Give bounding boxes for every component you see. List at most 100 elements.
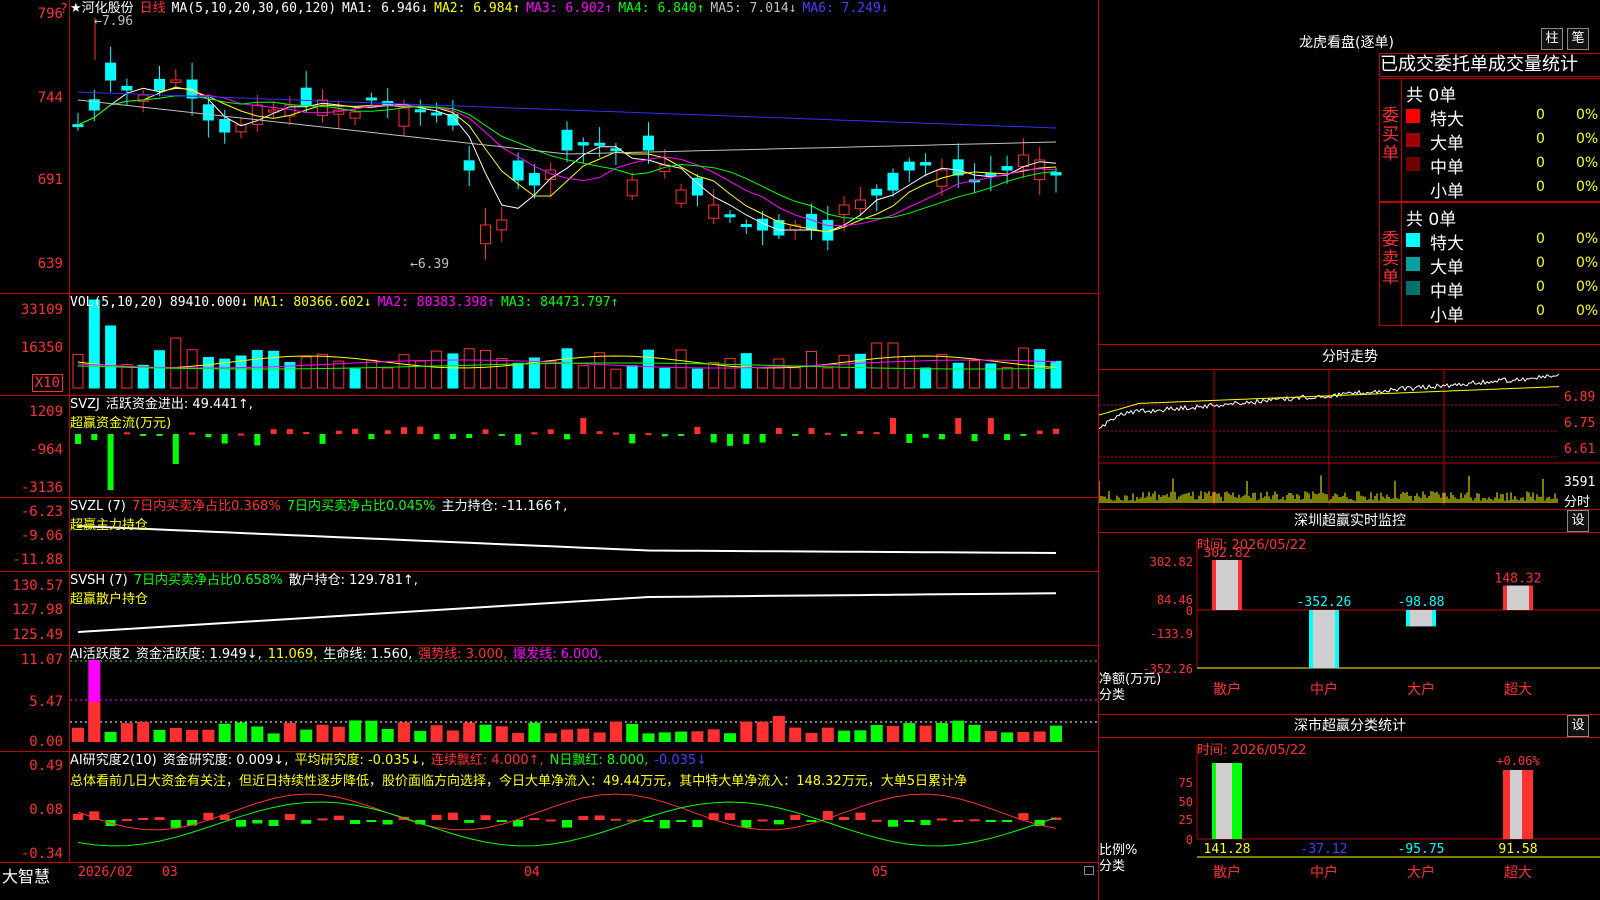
research-bar (154, 817, 165, 820)
sell-side-label: 委卖单 (1380, 203, 1402, 325)
candle-body (1050, 172, 1062, 176)
candle-body (480, 224, 491, 245)
ai-research-nred: N日飘红: 8.000, (549, 753, 649, 768)
order-percent: 0% (1576, 131, 1599, 147)
lock-icon[interactable] (1084, 866, 1094, 875)
flow-bar (221, 434, 228, 444)
activity-bar (854, 730, 867, 742)
research-bar (464, 820, 475, 823)
research-bar (73, 813, 83, 820)
flow-bar (205, 434, 212, 438)
order-percent: 0% (1576, 279, 1599, 295)
candle-body (431, 112, 443, 116)
flow-bar (580, 418, 587, 434)
flow-bar (482, 429, 489, 434)
candle-body (577, 142, 589, 146)
svsh-ratio: 7日内买卖净占比0.658% (133, 573, 283, 588)
flow-bar (629, 434, 636, 444)
research-bar (659, 820, 670, 829)
research-bar (382, 820, 393, 825)
volume-bar (773, 358, 785, 389)
research-bar (252, 820, 263, 824)
activity-bar (838, 730, 851, 742)
activity-bar (903, 723, 916, 742)
candle-body (724, 214, 736, 218)
flow-bar (401, 427, 407, 434)
period-label[interactable]: 日线 (140, 1, 166, 16)
activity-bar (495, 726, 508, 742)
legend-swatch (1406, 109, 1420, 123)
order-count: 0 (1536, 131, 1545, 147)
flow-bar (710, 434, 717, 443)
volume-bar (121, 364, 133, 389)
bar-view-button[interactable]: 柱 (1541, 28, 1563, 50)
activity-bar (805, 732, 818, 742)
volume-bar (154, 350, 165, 389)
volume-bar (1001, 367, 1013, 389)
volume-bar (398, 354, 410, 389)
ratio-tick: 50 (1179, 795, 1193, 809)
intraday-panel[interactable]: 分时走势 6.89 6.75 6.61 3591 分时 (1098, 345, 1600, 510)
sz-monitor-panel[interactable]: 深圳超赢实时监控 设 时间: 2026/05/22 302.82 84.46 0 -1… (1098, 510, 1600, 715)
research-bar (643, 820, 654, 822)
research-bar (496, 820, 507, 823)
flow-bar (433, 434, 440, 440)
buy-side-label: 委买单 (1380, 79, 1402, 201)
activity-bar (1033, 731, 1046, 742)
sz-class-panel[interactable]: 深市超赢分类统计 设 时间: 2026/05/22 75 50 25 0 141.28 散… (1098, 715, 1600, 900)
activity-bar (479, 724, 492, 742)
research-bar (741, 820, 752, 828)
activity-bar (935, 722, 948, 742)
svzj-header: SVZJ 活跃资金进出: 49.441↑, (70, 396, 259, 413)
activity-bar (984, 731, 997, 742)
volume-bar (691, 368, 703, 389)
flow-bar (531, 432, 538, 435)
order-size-label: 特大 (1430, 234, 1464, 254)
activity-bar (675, 731, 688, 742)
research-bar (855, 812, 866, 820)
svsh-pane[interactable]: 130.57 127.98 125.49 SVSH (7) 7日内买卖净占比0.6… (0, 572, 1098, 646)
net-amount-bar-inner (1313, 610, 1335, 669)
volume-pane[interactable]: 33109 16350 X10 VOL(5,10,20) 89410.000↓ MA… (0, 294, 1098, 396)
volume-bar (659, 367, 671, 389)
legend-swatch (1406, 157, 1420, 171)
activity-bar (430, 725, 443, 742)
order-percent: 0% (1576, 107, 1599, 123)
activity-bar (724, 733, 736, 742)
top-ratio-label: +0.06% (1496, 754, 1540, 768)
kline-pane[interactable]: 796 744 691 639 ? ★河化股份 日线 MA(5,10,20,30,6… (0, 0, 1098, 294)
order-count: 0 (1536, 231, 1545, 247)
sell-total: 共 0单 (1406, 210, 1457, 230)
ai-research-header: AI研究度2(10) 资金研究度: 0.009↓, 平均研究度: -0.035↓, 连… (70, 752, 713, 769)
flow-bar (955, 418, 962, 434)
ai-activity-value: 资金活跃度: 1.949↓, (136, 647, 262, 662)
tick-view-button[interactable]: 笔 (1567, 28, 1589, 50)
volume-bar (137, 364, 149, 389)
candle-body (300, 87, 312, 106)
sz-class-chart: 75 50 25 0 141.28 散户 -37.12 中户 -95.75 大户 +0.06% 91.… (1179, 745, 1600, 881)
svzj-pane[interactable]: 1209 -964 -3136 SVZJ 活跃资金进出: 49.441↑, 超赢资… (0, 396, 1098, 498)
dragon-subtitle: 已成交委托单成交量统计 (1379, 53, 1600, 77)
flow-bar (449, 434, 456, 439)
candle-body (219, 119, 231, 133)
ratio-tick: 75 (1179, 776, 1193, 790)
flow-bar (987, 418, 994, 434)
vol-label: VOL(5,10,20) (70, 295, 164, 310)
research-bar (692, 820, 703, 828)
volume-bar (626, 365, 638, 389)
ai-research-pane[interactable]: 0.49 0.08 -0.34 AI研究度2(10) 资金研究度: 0.009↓,… (0, 752, 1098, 862)
candle-body (806, 213, 817, 231)
ai-activity-pane[interactable]: 11.07 5.47 0.00 AI活跃度2 资金活跃度: 1.949↓, 11.0… (0, 646, 1098, 752)
vol-ma1: MA1: 80366.602↓ (254, 295, 372, 310)
sell-order-row: 大单 0 0% (1406, 253, 1600, 278)
sell-orders-block: 委卖单 共 0单 特大 0 0% 大单 0 0% 中单 0 0% 小单 0 0% (1379, 202, 1600, 326)
order-percent: 0% (1576, 179, 1599, 195)
candle-body (398, 107, 410, 127)
volume-bar (789, 367, 801, 389)
activity-bar (1001, 732, 1014, 742)
ai-comment: 总体看前几日大资金有关注，但近日持续性逐步降低，股价面临方向选择，今日大单净流入… (70, 774, 967, 789)
flow-bar (498, 434, 505, 436)
svzl-pane[interactable]: -6.23 -9.06 -11.88 SVZL (7) 7日内买卖净占比0.368… (0, 498, 1098, 572)
research-bar (953, 819, 964, 822)
candle-body (903, 161, 915, 171)
